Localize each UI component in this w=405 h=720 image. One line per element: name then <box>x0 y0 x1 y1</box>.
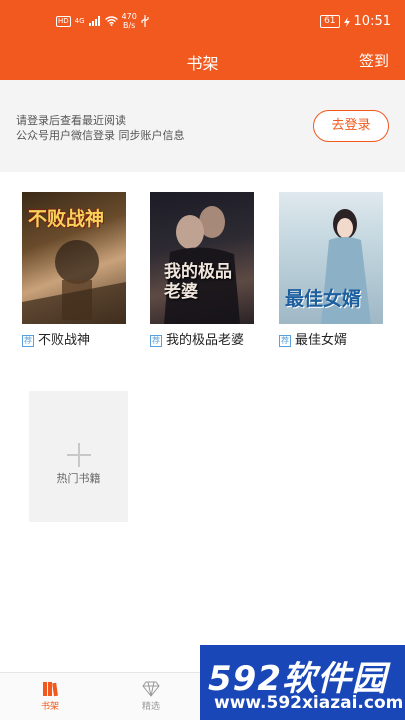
book-title[interactable]: 最佳女婿 <box>295 332 347 350</box>
book-title[interactable]: 不败战神 <box>38 332 90 350</box>
book-cover[interactable]: 我的极品老婆 <box>150 192 254 324</box>
cover-title: 我的极品老婆 <box>164 262 232 302</box>
cover-title: 不败战神 <box>28 208 105 230</box>
cover-art <box>164 206 240 324</box>
watermark-url: www.592xiazai.com <box>214 693 404 713</box>
signin-button[interactable]: 签到 <box>359 50 389 71</box>
diamond-icon <box>142 681 160 697</box>
tab-featured[interactable]: 精选 <box>121 677 181 712</box>
page-title: 书架 <box>186 54 219 73</box>
usb-icon <box>141 15 149 27</box>
login-hint-line1: 请登录后查看最近阅读 <box>16 114 126 127</box>
book-item[interactable]: 不败战神 荐 不败战神 <box>22 192 126 350</box>
plus-icon <box>67 443 91 467</box>
tab-label: 精选 <box>141 702 160 712</box>
status-bar: HD 4G 470 B/s 61 10:51 <box>0 0 405 44</box>
tab-label: 书架 <box>40 702 59 712</box>
book-cover[interactable]: 不败战神 <box>22 192 126 324</box>
network-speed: 470 B/s <box>121 12 137 30</box>
book-item[interactable]: 最佳女婿 荐 最佳女婿 <box>279 192 383 350</box>
battery-level: 61 <box>320 15 340 28</box>
bookshelf-icon <box>43 682 58 697</box>
hot-books-tile[interactable]: 热门书籍 <box>29 391 128 522</box>
site-watermark: 592软件园 www.592xiazai.com <box>200 645 405 720</box>
recommend-badge: 荐 <box>150 335 162 347</box>
network-type: 4G <box>74 17 85 25</box>
recommend-badge: 荐 <box>279 335 291 347</box>
charging-icon <box>343 16 350 27</box>
login-hint-line2: 公众号用户微信登录 同步账户信息 <box>16 129 185 142</box>
recommend-badge: 荐 <box>22 335 34 347</box>
hd-indicator: HD <box>56 15 71 27</box>
hot-books-label: 热门书籍 <box>56 472 101 485</box>
book-item[interactable]: 我的极品老婆 荐 我的极品老婆 <box>150 192 254 350</box>
signal-icon <box>88 16 100 26</box>
clock: 10:51 <box>353 14 391 29</box>
wifi-icon <box>104 16 118 26</box>
tab-bookshelf[interactable]: 书架 <box>20 677 80 712</box>
book-cover[interactable]: 最佳女婿 <box>279 192 383 324</box>
header: 书架 签到 <box>0 44 405 80</box>
book-title[interactable]: 我的极品老婆 <box>166 332 250 350</box>
cover-title: 最佳女婿 <box>285 288 362 310</box>
login-button[interactable]: 去登录 <box>313 110 389 142</box>
